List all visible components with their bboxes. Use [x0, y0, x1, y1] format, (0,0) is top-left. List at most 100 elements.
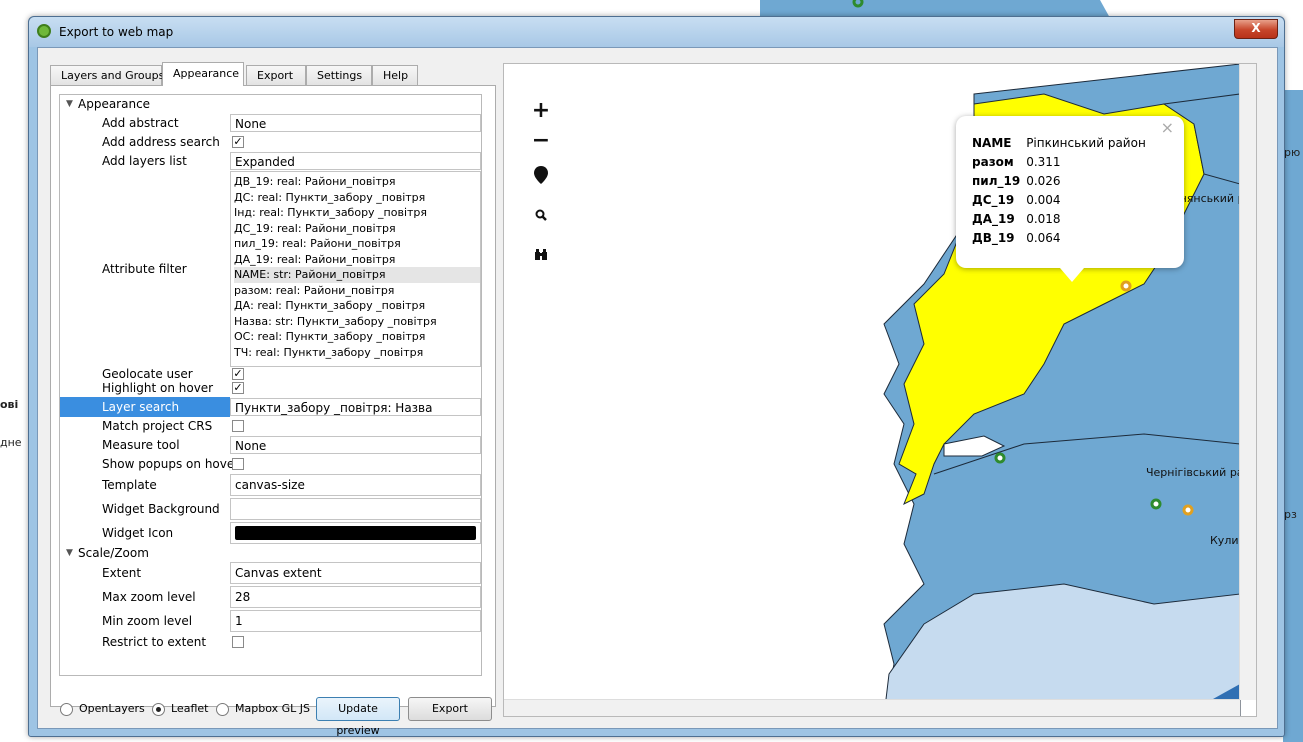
- zoom-in-button[interactable]: +: [526, 98, 556, 124]
- row-match-project-crs: Match project CRS: [60, 417, 481, 435]
- openlayers-radio[interactable]: [60, 703, 73, 716]
- row-min-zoom-level: Min zoom level 1: [60, 609, 481, 633]
- list-item[interactable]: разом: real: Райони_повітря: [234, 283, 480, 299]
- min-zoom-select[interactable]: 1: [230, 610, 481, 632]
- feature-popup: × NAME Ріпкинський район разом 0.311 пил_1…: [956, 116, 1184, 282]
- add-layers-list-select[interactable]: Expanded: [230, 152, 481, 170]
- list-item[interactable]: Назва: str: Пункти_забору _повітря: [234, 314, 480, 330]
- update-preview-button[interactable]: Update preview: [316, 697, 400, 737]
- dialog-body: Layers and Groups Appearance Export Sett…: [37, 47, 1278, 737]
- layer-search-select[interactable]: Пункти_забору _повітря: Назва: [230, 398, 481, 416]
- mapbox-radio[interactable]: [216, 703, 229, 716]
- map-preview[interactable]: + − Чернігівський район Куликів днянськи…: [503, 63, 1257, 717]
- row-attribute-filter: Attribute filter ДВ_19: real: Райони_пов…: [60, 171, 481, 367]
- section-label: Scale/Zoom: [78, 546, 149, 560]
- vertical-scrollbar[interactable]: [1239, 64, 1256, 700]
- title-bar[interactable]: Export to web map X: [29, 17, 1284, 47]
- list-item[interactable]: ДА_19: real: Райони_повітря: [234, 252, 480, 268]
- openlayers-label[interactable]: OpenLayers: [79, 702, 145, 715]
- geolocate-user-checkbox[interactable]: ✓: [232, 368, 244, 380]
- background-text: рю: [1284, 146, 1301, 159]
- list-item[interactable]: ДС: real: Пункти_забору _повітря: [234, 190, 480, 206]
- tab-settings[interactable]: Settings: [306, 65, 372, 85]
- mapbox-label[interactable]: Mapbox GL JS: [235, 702, 310, 715]
- list-item[interactable]: ДВ_19: real: Райони_повітря: [234, 174, 480, 190]
- tab-layers-and-groups[interactable]: Layers and Groups: [50, 65, 164, 85]
- measure-tool-select[interactable]: None: [230, 436, 481, 454]
- row-label: Widget Icon: [102, 526, 174, 540]
- list-item[interactable]: пил_19: real: Райони_повітря: [234, 236, 480, 252]
- popup-attribute-table: NAME Ріпкинський район разом 0.311 пил_19 0…: [972, 134, 1152, 248]
- tree-section-appearance[interactable]: ▼ Appearance: [60, 95, 481, 113]
- expand-arrow-icon[interactable]: ▼: [66, 548, 73, 558]
- list-item[interactable]: ТЧ: real: Пункти_забору _повітря: [234, 345, 480, 361]
- attr-key: ДС_19: [972, 193, 1015, 207]
- attr-key: ДА_19: [972, 212, 1015, 226]
- expand-arrow-icon[interactable]: ▼: [66, 99, 73, 109]
- row-label: Match project CRS: [102, 419, 213, 433]
- max-zoom-select[interactable]: 28: [230, 586, 481, 608]
- export-dialog: Export to web map X Layers and Groups Ap…: [28, 16, 1285, 737]
- row-add-layers-list: Add layers list Expanded: [60, 151, 481, 171]
- row-widget-background: Widget Background: [60, 497, 481, 521]
- leaflet-radio[interactable]: [152, 703, 165, 716]
- row-label: Highlight on hover: [102, 381, 214, 395]
- row-label: Min zoom level: [102, 614, 193, 628]
- attr-key: ДВ_19: [972, 231, 1015, 245]
- match-project-crs-checkbox[interactable]: [232, 420, 244, 432]
- extent-select[interactable]: Canvas extent: [230, 562, 481, 584]
- section-label: Appearance: [78, 97, 151, 111]
- tree-section-scale-zoom[interactable]: ▼ Scale/Zoom: [60, 545, 481, 561]
- row-label: Show popups on hover: [102, 457, 240, 471]
- list-item[interactable]: ОС: real: Пункти_забору _повітря: [234, 329, 480, 345]
- color-swatch: [235, 526, 476, 540]
- popup-close-icon[interactable]: ×: [1161, 118, 1174, 137]
- row-label: Add layers list: [102, 154, 187, 168]
- table-row: ДА_19 0.018: [972, 210, 1152, 229]
- tab-help[interactable]: Help: [372, 65, 418, 85]
- row-layer-search[interactable]: Layer search Пункти_забору _повітря: Наз…: [60, 397, 481, 417]
- window-title: Export to web map: [59, 25, 174, 39]
- row-label: Attribute filter: [102, 262, 187, 276]
- add-abstract-select[interactable]: None: [230, 114, 481, 132]
- row-max-zoom-level: Max zoom level 28: [60, 585, 481, 609]
- row-extent: Extent Canvas extent: [60, 561, 481, 585]
- row-add-address-search: Add address search ✓: [60, 133, 481, 151]
- leaflet-label[interactable]: Leaflet: [171, 702, 208, 715]
- appearance-panel: ▼ Appearance Add abstract None Add addre…: [50, 85, 496, 707]
- attr-value: 0.026: [1026, 174, 1061, 188]
- highlight-on-hover-checkbox[interactable]: ✓: [232, 382, 244, 394]
- list-item[interactable]: NAME: str: Райони_повітря: [234, 267, 480, 283]
- zoom-out-button[interactable]: −: [526, 128, 556, 154]
- row-label: Widget Background: [102, 502, 220, 516]
- export-button[interactable]: Export: [408, 697, 492, 721]
- close-button[interactable]: X: [1234, 19, 1278, 39]
- list-item[interactable]: Інд: real: Пункти_забору _повітря: [234, 205, 480, 221]
- row-label: Add abstract: [102, 116, 179, 130]
- row-template: Template canvas-size: [60, 473, 481, 497]
- add-address-search-checkbox[interactable]: ✓: [232, 136, 244, 148]
- table-row: пил_19 0.026: [972, 172, 1152, 191]
- row-restrict-to-extent: Restrict to extent: [60, 633, 481, 651]
- template-select[interactable]: canvas-size: [230, 474, 481, 496]
- row-measure-tool: Measure tool None: [60, 435, 481, 455]
- row-highlight-on-hover: Highlight on hover ✓: [60, 381, 481, 395]
- row-widget-icon: Widget Icon: [60, 521, 481, 545]
- list-item[interactable]: ДС_19: real: Райони_повітря: [234, 221, 480, 237]
- attribute-filter-list[interactable]: ДВ_19: real: Райони_повітря ДС: real: Пу…: [230, 171, 481, 367]
- restrict-to-extent-checkbox[interactable]: [232, 636, 244, 648]
- show-popups-on-hover-checkbox[interactable]: [232, 458, 244, 470]
- list-item[interactable]: ДА: real: Пункти_забору _повітря: [234, 298, 480, 314]
- attr-value: 0.064: [1026, 231, 1061, 245]
- horizontal-scrollbar[interactable]: [504, 699, 1240, 716]
- background-text: дне: [0, 436, 22, 449]
- settings-tree: ▼ Appearance Add abstract None Add addre…: [59, 94, 482, 676]
- widget-background-color-button[interactable]: [230, 498, 481, 520]
- tab-export[interactable]: Export: [246, 65, 306, 85]
- binoculars-icon[interactable]: [526, 244, 556, 270]
- row-geolocate-user: Geolocate user ✓: [60, 367, 481, 381]
- widget-icon-color-button[interactable]: [230, 522, 481, 544]
- geolocate-icon[interactable]: [526, 166, 556, 192]
- tab-appearance[interactable]: Appearance: [162, 62, 244, 86]
- search-icon[interactable]: [526, 204, 556, 230]
